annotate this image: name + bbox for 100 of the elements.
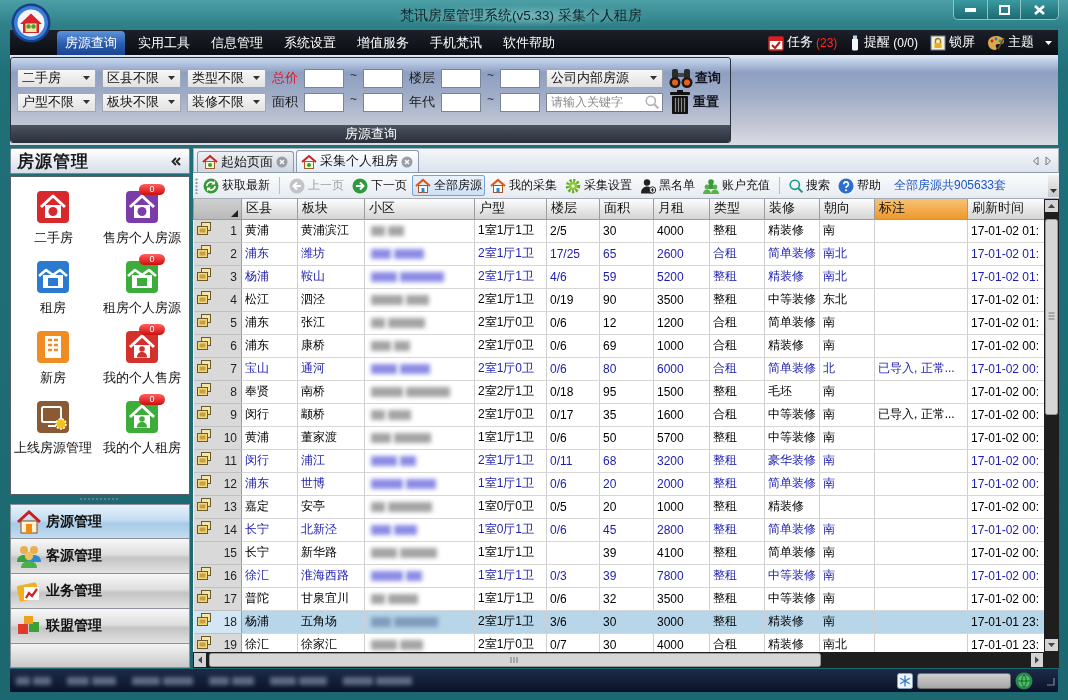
close-icon[interactable] xyxy=(401,155,413,168)
column-header[interactable]: 小区 xyxy=(364,199,475,219)
table-row[interactable]: 16 徐汇 淮海西路 1室1厅1卫 0/3 39 7800 整租 中等装修 南 17-01-02 00: xyxy=(193,564,1044,587)
dropdown[interactable]: 类型不限 xyxy=(187,68,266,88)
twin-house-icon[interactable] xyxy=(36,260,70,294)
table-row[interactable]: 7 宝山 通河 2室1厅0卫 0/6 80 6000 合租 简单装修 北 已导入, 正常... 17-01-02 00: xyxy=(193,357,1044,380)
overflow-button[interactable] xyxy=(1048,174,1059,197)
scroll-thumb[interactable] xyxy=(1045,219,1058,415)
table-row[interactable]: 17 普陀 甘泉宜川 1室1厅1卫 0/6 32 3500 整租 中等装修 南 17-01-02 00: xyxy=(193,587,1044,610)
tile-label[interactable]: 我的个人租房 xyxy=(103,440,181,457)
table-row[interactable]: 13 嘉定 安亭 1室0厅0卫 0/5 20 1000 整租 精装修 17-01-02 00: xyxy=(193,495,1044,518)
table-row[interactable]: 2 浦东 潍坊 2室1厅1卫 17/25 65 2600 合租 简单装修 南北 17-01-02 01: xyxy=(193,242,1044,265)
toolbar-button[interactable]: 全部房源 xyxy=(412,175,485,196)
house-coin-icon[interactable] xyxy=(36,190,70,224)
menu-item[interactable]: 系统设置 xyxy=(276,31,344,55)
table-row[interactable]: 15 长宁 新华路 1室1厅1卫 39 4100 整租 简单装修 南 17-01-02 00: xyxy=(193,541,1044,564)
table-row[interactable]: 5 浦东 张江 2室1厅0卫 0/6 12 1200 合租 简单装修 南 17-01-02 01: xyxy=(193,311,1044,334)
column-header[interactable]: 户型 xyxy=(474,199,547,219)
menu-item[interactable]: 增值服务 xyxy=(349,31,417,55)
toolbar-button[interactable]: 黑名单 xyxy=(637,175,698,196)
input-field[interactable] xyxy=(304,68,344,88)
globe-icon[interactable] xyxy=(1015,671,1033,690)
table-row[interactable]: 6 浦东 康桥 2室1厅0卫 0/6 69 1000 合租 精装修 南 17-01-02 00: xyxy=(193,334,1044,357)
menu-item[interactable]: 实用工具 xyxy=(130,31,198,55)
nav-item[interactable]: 联盟管理 xyxy=(10,609,190,644)
column-header[interactable]: 区县 xyxy=(241,199,298,219)
input-field[interactable] xyxy=(500,68,541,88)
double-chevron-icon[interactable] xyxy=(171,156,181,166)
close-icon[interactable] xyxy=(276,156,288,168)
dropdown[interactable]: 户型不限 xyxy=(17,92,96,112)
input-field[interactable] xyxy=(363,68,403,88)
table-row[interactable]: 3 杨浦 鞍山 2室1厅1卫 4/6 59 5200 整租 精装修 南北 17-01-02 01: xyxy=(193,265,1044,288)
toolbar-button[interactable]: 账户充值 xyxy=(700,175,773,196)
toolbar-button[interactable]: 帮助 xyxy=(835,175,884,196)
tile-label[interactable]: 新房 xyxy=(40,370,66,387)
toolbar-button[interactable]: 我的采集 xyxy=(487,175,560,196)
table-row[interactable]: 11 闵行 浦江 2室1厅1卫 0/11 68 3200 整租 豪华装修 南 17-01-02 00: xyxy=(193,449,1044,472)
reset-button[interactable]: 重置 xyxy=(669,90,720,114)
column-header[interactable]: 标注 xyxy=(874,199,968,219)
column-header[interactable]: 面积 xyxy=(599,199,654,219)
tasks-button[interactable]: 任务 (23) xyxy=(767,34,838,51)
table-row[interactable]: 18 杨浦 五角场 2室1厅1卫 3/6 30 3000 整租 精装修 南 17-01-01 23: xyxy=(193,610,1044,633)
table-row[interactable]: 9 闵行 颛桥 2室1厅0卫 0/17 35 1600 合租 中等装修 南 已导入, 正常... 17-01-02 00: xyxy=(193,403,1044,426)
dropdown[interactable]: 公司内部房源 xyxy=(546,68,664,88)
reminder-button[interactable]: 提醒 (0/0) xyxy=(849,34,918,51)
search-field[interactable]: 请输入关键字 xyxy=(546,92,664,112)
input-field[interactable] xyxy=(500,92,541,112)
table-row[interactable]: 12 浦东 世博 1室1厅1卫 0/6 20 2000 整租 简单装修 南 17-01-02 00: xyxy=(193,472,1044,495)
scroll-down-icon[interactable] xyxy=(1044,638,1059,652)
table-row[interactable]: 1 黄浦 黄浦滨江 1室1厅1卫 2/5 30 4000 整租 精装修 南 17-01-02 01: xyxy=(193,219,1044,242)
column-header[interactable]: 类型 xyxy=(709,199,765,219)
house-person-icon[interactable] xyxy=(125,330,159,364)
dropdown[interactable]: 二手房 xyxy=(17,68,96,88)
corner-triangle-icon[interactable] xyxy=(231,209,238,217)
dropdown[interactable]: 板块不限 xyxy=(102,92,181,112)
query-button[interactable]: 查询 xyxy=(669,67,722,89)
menu-item[interactable]: 软件帮助 xyxy=(495,31,563,55)
toolbar-button[interactable]: 下一页 xyxy=(349,175,410,196)
nav-item[interactable]: 业务管理 xyxy=(10,574,190,609)
house-person-icon[interactable] xyxy=(125,400,159,434)
menu-item[interactable]: 手机梵讯 xyxy=(422,31,490,55)
tile-label[interactable]: 租房 xyxy=(40,300,66,317)
tab[interactable]: 起始页面 xyxy=(197,151,294,172)
column-header[interactable]: 刷新时间 xyxy=(967,199,1044,219)
twin-house-icon[interactable] xyxy=(125,260,159,294)
arrow-left-icon[interactable] xyxy=(1032,155,1039,166)
table-row[interactable]: 10 黄浦 董家渡 1室1厅1卫 0/6 50 5700 整租 中等装修 南 17-01-02 00: xyxy=(193,426,1044,449)
nav-item[interactable]: 客源管理 xyxy=(10,539,190,574)
nav-item[interactable]: 房源管理 xyxy=(10,504,190,539)
dropdown[interactable]: 装修不限 xyxy=(187,92,266,112)
scroll-left-icon[interactable] xyxy=(193,652,207,668)
column-header[interactable]: 楼层 xyxy=(546,199,600,219)
tile-label[interactable]: 租房个人房源 xyxy=(103,300,181,317)
table-row[interactable]: 4 松江 泗泾 2室1厅1卫 0/19 90 3500 整租 中等装修 东北 17-01-02 01: xyxy=(193,288,1044,311)
menu-item[interactable]: 房源查询 xyxy=(57,31,125,55)
table-row[interactable]: 8 奉贤 南桥 2室2厅1卫 0/18 95 1500 整租 毛坯 南 17-01-02 00: xyxy=(193,380,1044,403)
input-field[interactable] xyxy=(441,92,481,112)
snowflake-icon[interactable] xyxy=(897,672,913,689)
table-row[interactable]: 14 长宁 北新泾 1室0厅1卫 0/6 45 2800 整租 简单装修 南 17-01-02 00: xyxy=(193,518,1044,541)
menu-item[interactable]: 信息管理 xyxy=(203,31,271,55)
input-field[interactable] xyxy=(304,92,344,112)
tile-label[interactable]: 二手房 xyxy=(33,230,73,247)
toolbar-button[interactable]: 采集设置 xyxy=(562,175,635,196)
column-header[interactable]: 朝向 xyxy=(819,199,875,219)
house-coin-icon[interactable] xyxy=(125,190,159,224)
dropdown[interactable]: 区县不限 xyxy=(102,68,181,88)
monitor-gear-icon[interactable] xyxy=(36,400,70,434)
toolbar-button[interactable]: 获取最新 xyxy=(200,175,273,196)
tile-label[interactable]: 上线房源管理 xyxy=(14,440,92,457)
toolbar-button[interactable]: 搜索 xyxy=(786,175,833,196)
tile-label[interactable]: 售房个人房源 xyxy=(103,230,181,247)
column-header[interactable]: 月租 xyxy=(653,199,710,219)
tab[interactable]: 采集个人租房 xyxy=(296,150,419,172)
input-field[interactable] xyxy=(441,68,481,88)
column-header[interactable]: 装修 xyxy=(764,199,820,219)
arrow-right-icon[interactable] xyxy=(1045,155,1052,166)
scroll-thumb[interactable] xyxy=(209,653,821,667)
input-field[interactable] xyxy=(363,92,403,112)
theme-button[interactable]: 主题 xyxy=(987,34,1052,51)
scroll-up-icon[interactable] xyxy=(1044,199,1059,213)
